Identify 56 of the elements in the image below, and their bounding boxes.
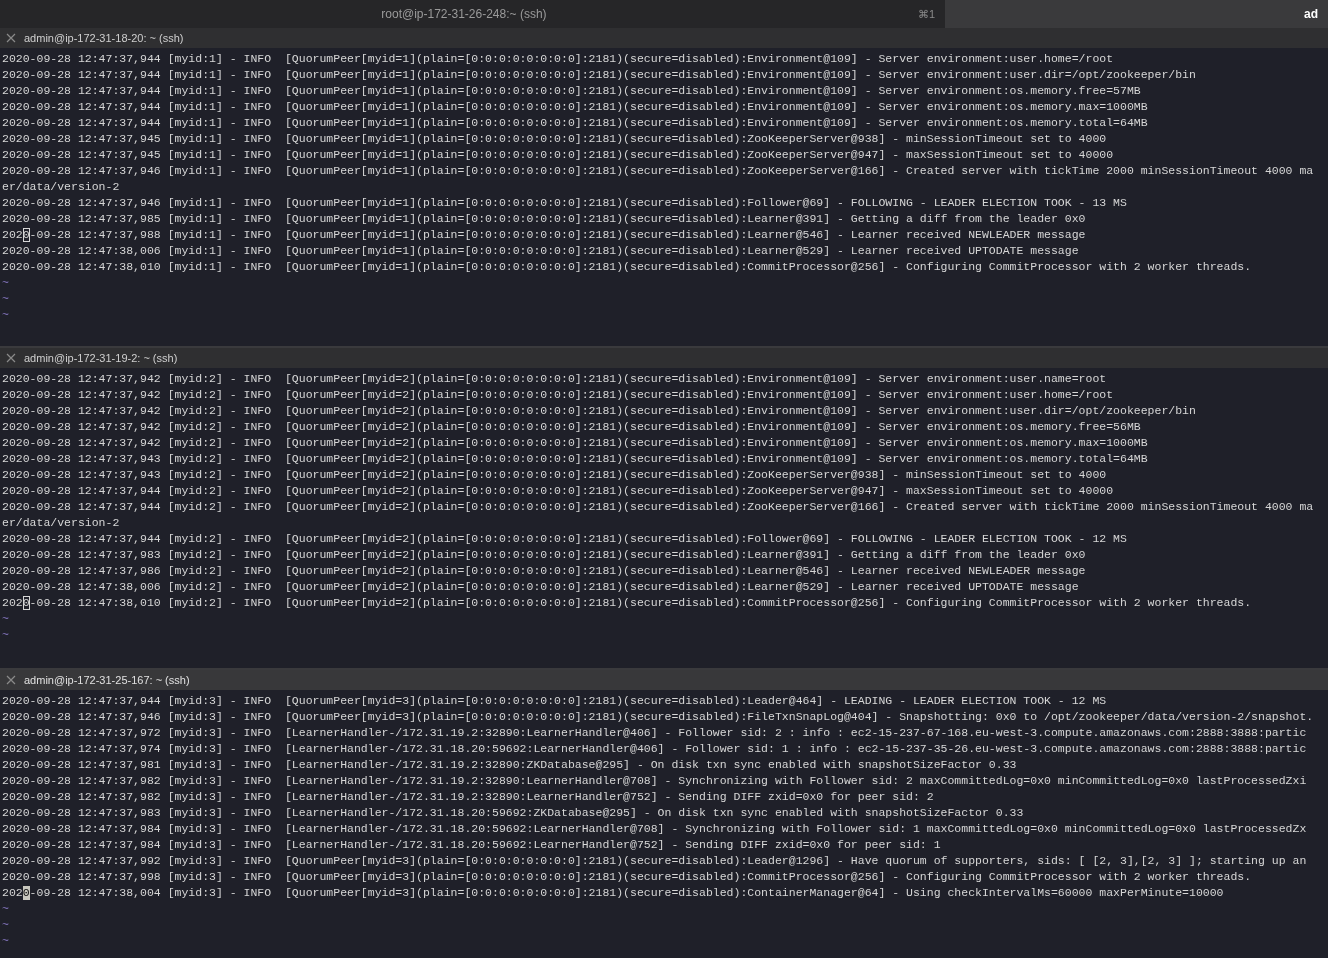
log-line: 2020-09-28 12:47:37,944 [myid:3] - INFO [QuorumPeer[myid=3](plain=[0:0:0:0:0:0:0:0]:2181)(secure=disabled):Leader@464] - LEADING - LEADER ELECTION TOOK - 12 MS <box>2 693 1107 709</box>
close-icon[interactable] <box>6 353 16 363</box>
empty-line-marker: ~ <box>2 901 9 917</box>
log-line: 2020-09-28 12:47:37,944 [myid:2] - INFO [QuorumPeer[myid=2](plain=[0:0:0:0:0:0:0:0]:2181)(secure=disabled):ZooKeeperServer@166] - Created server with tickTime 2000 minSessionTimeout 4000 ma <box>2 499 1314 515</box>
empty-line-marker: ~ <box>2 611 9 627</box>
log-line: 2020-09-28 12:47:37,981 [myid:3] - INFO [LearnerHandler-/172.31.19.2:32890:ZKDatabase@295] - On disk txn sync enabled with snapshotSizeFactor 0.33 <box>2 757 1017 773</box>
log-line: 2020-09-28 12:47:37,944 [myid:2] - INFO [QuorumPeer[myid=2](plain=[0:0:0:0:0:0:0:0]:2181)(secure=disabled):Follower@69] - FOLLOWING - LEADER ELECTION TOOK - 12 MS <box>2 531 1127 547</box>
log-line: 2020-09-28 12:47:37,944 [myid:1] - INFO [QuorumPeer[myid=1](plain=[0:0:0:0:0:0:0:0]:2181)(secure=disabled):Environment@109] - Server environment:os.memory.free=57MB <box>2 83 1141 99</box>
log-line: 2020-09-28 12:47:37,983 [myid:3] - INFO [LearnerHandler-/172.31.18.20:59692:ZKDatabase@295] - On disk txn sync enabled with snapshotSizeFactor 0.33 <box>2 805 1024 821</box>
log-line: 2020-09-28 12:47:37,982 [myid:3] - INFO [LearnerHandler-/172.31.19.2:32890:LearnerHandler@752] - Sending DIFF zxid=0x0 for peer sid: 2 <box>2 789 934 805</box>
empty-line-marker: ~ <box>2 627 9 643</box>
close-icon[interactable] <box>6 33 16 43</box>
log-line: 2020-09-28 12:47:37,974 [myid:3] - INFO [LearnerHandler-/172.31.18.20:59692:LearnerHandler@406] - Follower sid: 1 : info : ec2-15-237-35-26.eu-west-3.compute.amazonaws.com:2888:3888:partic <box>2 741 1307 757</box>
log-line: 2020-09-28 12:47:37,945 [myid:1] - INFO [QuorumPeer[myid=1](plain=[0:0:0:0:0:0:0:0]:2181)(secure=disabled):ZooKeeperServer@938] - minSessionTimeout set to 4000 <box>2 131 1107 147</box>
log-line: 2020-09-28 12:47:37,986 [myid:2] - INFO [QuorumPeer[myid=2](plain=[0:0:0:0:0:0:0:0]:2181)(secure=disabled):Learner@546] - Learner received NEWLEADER message <box>2 563 1086 579</box>
log-line: 2020-09-28 12:47:37,992 [myid:3] - INFO [QuorumPeer[myid=3](plain=[0:0:0:0:0:0:0:0]:2181)(secure=disabled):Leader@1296] - Have quorum of supporters, sids: [ [2, 3],[2, 3] ]; starting up an <box>2 853 1307 869</box>
log-line: 2020-09-28 12:47:37,946 [myid:3] - INFO [QuorumPeer[myid=3](plain=[0:0:0:0:0:0:0:0]:2181)(secure=disabled):FileTxnSnapLog@404] - Snapshotting: 0x0 to /opt/zookeeper/data/version-2/snapshot. <box>2 709 1314 725</box>
log-line: 2020-09-28 12:47:37,984 [myid:3] - INFO [LearnerHandler-/172.31.18.20:59692:LearnerHandler@708] - Synchronizing with Follower sid: 1 maxCommittedLog=0x0 minCommittedLog=0x0 lastProcessedZx <box>2 821 1307 837</box>
log-line: er/data/version-2 <box>2 179 120 195</box>
log-line: er/data/version-2 <box>2 515 120 531</box>
log-line: 2020-09-28 12:47:37,942 [myid:2] - INFO [QuorumPeer[myid=2](plain=[0:0:0:0:0:0:0:0]:2181)(secure=disabled):Environment@109] - Server environment:user.dir=/opt/zookeeper/bin <box>2 403 1196 419</box>
log-line: 2020-09-28 12:47:37,945 [myid:1] - INFO [QuorumPeer[myid=1](plain=[0:0:0:0:0:0:0:0]:2181)(secure=disabled):ZooKeeperServer@947] - maxSessionTimeout set to 40000 <box>2 147 1114 163</box>
log-line: 2020-09-28 12:47:37,984 [myid:3] - INFO [LearnerHandler-/172.31.18.20:59692:LearnerHandler@752] - Sending DIFF zxid=0x0 for peer sid: 1 <box>2 837 941 853</box>
log-line: 2020-09-28 12:47:37,942 [myid:2] - INFO [QuorumPeer[myid=2](plain=[0:0:0:0:0:0:0:0]:2181)(secure=disabled):Environment@109] - Server environment:os.memory.max=1000MB <box>2 435 1148 451</box>
log-line: 2020-09-28 12:47:37,942 [myid:2] - INFO [QuorumPeer[myid=2](plain=[0:0:0:0:0:0:0:0]:2181)(secure=disabled):Environment@109] - Server environment:user.home=/root <box>2 387 1114 403</box>
log-line: 2020-09-28 12:47:37,943 [myid:2] - INFO [QuorumPeer[myid=2](plain=[0:0:0:0:0:0:0:0]:2181)(secure=disabled):Environment@109] - Server environment:os.memory.total=64MB <box>2 451 1148 467</box>
empty-line-marker: ~ <box>2 307 9 323</box>
log-line: 2020-09-28 12:47:37,944 [myid:1] - INFO [QuorumPeer[myid=1](plain=[0:0:0:0:0:0:0:0]:2181)(secure=disabled):Environment@109] - Server environment:os.memory.total=64MB <box>2 115 1148 131</box>
empty-line-marker: ~ <box>2 917 9 933</box>
log-line: 2020-09-28 12:47:37,942 [myid:2] - INFO [QuorumPeer[myid=2](plain=[0:0:0:0:0:0:0:0]:2181)(secure=disabled):Environment@109] - Server environment:os.memory.free=56MB <box>2 419 1141 435</box>
log-line: 2020-09-28 12:47:37,946 [myid:1] - INFO [QuorumPeer[myid=1](plain=[0:0:0:0:0:0:0:0]:2181)(secure=disabled):Follower@69] - FOLLOWING - LEADER ELECTION TOOK - 13 MS <box>2 195 1127 211</box>
log-line: 2020-09-28 12:47:37,985 [myid:1] - INFO [QuorumPeer[myid=1](plain=[0:0:0:0:0:0:0:0]:2181)(secure=disabled):Learner@391] - Getting a diff from the leader 0x0 <box>2 211 1086 227</box>
log-line: 2020-09-28 12:47:37,944 [myid:1] - INFO [QuorumPeer[myid=1](plain=[0:0:0:0:0:0:0:0]:2181)(secure=disabled):Environment@109] - Server environment:os.memory.max=1000MB <box>2 99 1148 115</box>
pane-title: admin@ip-172-31-18-20: ~ (ssh) <box>24 30 184 46</box>
log-line: 2020-09-28 12:47:37,972 [myid:3] - INFO [LearnerHandler-/172.31.19.2:32890:LearnerHandler@406] - Follower sid: 2 : info : ec2-15-237-67-168.eu-west-3.compute.amazonaws.com:2888:3888:partic <box>2 725 1307 741</box>
close-icon[interactable] <box>6 675 16 685</box>
terminal-tab[interactable]: ad <box>945 0 1328 28</box>
log-line: 2020-09-28 12:47:37,942 [myid:2] - INFO [QuorumPeer[myid=2](plain=[0:0:0:0:0:0:0:0]:2181)(secure=disabled):Environment@109] - Server environment:user.name=root <box>2 371 1107 387</box>
terminal-tab[interactable]: root@ip-172-31-26-248:~ (ssh) <box>10 5 918 23</box>
empty-line-marker: ~ <box>2 275 9 291</box>
log-line: 2020-09-28 12:47:38,006 [myid:1] - INFO [QuorumPeer[myid=1](plain=[0:0:0:0:0:0:0:0]:2181)(secure=disabled):Learner@529] - Learner received UPTODATE message <box>2 243 1079 259</box>
pane-title: admin@ip-172-31-25-167: ~ (ssh) <box>24 672 190 688</box>
log-line: 2020-09-28 12:47:37,944 [myid:1] - INFO [QuorumPeer[myid=1](plain=[0:0:0:0:0:0:0:0]:2181)(secure=disabled):Environment@109] - Server environment:user.home=/root <box>2 51 1114 67</box>
shortcut-label: ⌘1 <box>917 6 935 22</box>
log-line: 2020-09-28 12:47:38,006 [myid:2] - INFO [QuorumPeer[myid=2](plain=[0:0:0:0:0:0:0:0]:2181)(secure=disabled):Learner@529] - Learner received UPTODATE message <box>2 579 1079 595</box>
empty-line-marker: ~ <box>2 933 9 949</box>
log-line: 2020-09-28 12:47:37,998 [myid:3] - INFO [QuorumPeer[myid=3](plain=[0:0:0:0:0:0:0:0]:2181)(secure=disabled):CommitProcessor@256] - Configuring CommitProcessor with 2 worker threads. <box>2 869 1252 885</box>
log-line: 2020-09-28 12:47:37,943 [myid:2] - INFO [QuorumPeer[myid=2](plain=[0:0:0:0:0:0:0:0]:2181)(secure=disabled):ZooKeeperServer@938] - minSessionTimeout set to 4000 <box>2 467 1107 483</box>
log-line: 2020-09-28 12:47:37,946 [myid:1] - INFO [QuorumPeer[myid=1](plain=[0:0:0:0:0:0:0:0]:2181)(secure=disabled):ZooKeeperServer@166] - Created server with tickTime 2000 minSessionTimeout 4000 ma <box>2 163 1314 179</box>
log-line: 2020-09-28 12:47:37,983 [myid:2] - INFO [QuorumPeer[myid=2](plain=[0:0:0:0:0:0:0:0]:2181)(secure=disabled):Learner@391] - Getting a diff from the leader 0x0 <box>2 547 1086 563</box>
log-line: 2020-09-28 12:47:37,982 [myid:3] - INFO [LearnerHandler-/172.31.19.2:32890:LearnerHandler@708] - Synchronizing with Follower sid: 2 maxCommittedLog=0x0 minCommittedLog=0x0 lastProcessedZxi <box>2 773 1307 789</box>
log-line: 2020-09-28 12:47:37,944 [myid:2] - INFO [QuorumPeer[myid=2](plain=[0:0:0:0:0:0:0:0]:2181)(secure=disabled):ZooKeeperServer@947] - maxSessionTimeout set to 40000 <box>2 483 1114 499</box>
log-line: 2020-09-28 12:47:37,944 [myid:1] - INFO [QuorumPeer[myid=1](plain=[0:0:0:0:0:0:0:0]:2181)(secure=disabled):Environment@109] - Server environment:user.dir=/opt/zookeeper/bin <box>2 67 1196 83</box>
empty-line-marker: ~ <box>2 291 9 307</box>
log-line: 2020-09-28 12:47:38,010 [myid:1] - INFO [QuorumPeer[myid=1](plain=[0:0:0:0:0:0:0:0]:2181)(secure=disabled):CommitProcessor@256] - Configuring CommitProcessor with 2 worker threads. <box>2 259 1252 275</box>
pane-title: admin@ip-172-31-19-2: ~ (ssh) <box>24 350 178 366</box>
